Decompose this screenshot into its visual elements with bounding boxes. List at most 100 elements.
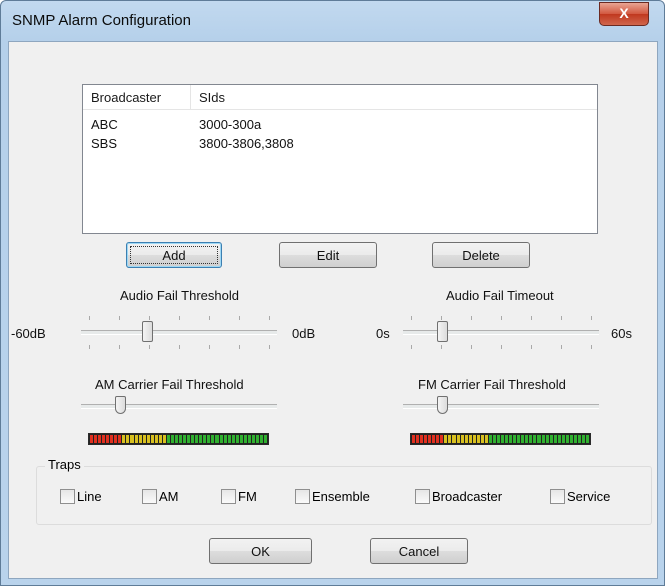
add-button[interactable]: Add <box>126 242 222 268</box>
trap-ensemble-checkbox[interactable]: Ensemble <box>295 489 380 505</box>
meter-segment <box>102 435 106 443</box>
meter-segment <box>118 435 122 443</box>
meter-segment <box>557 435 561 443</box>
column-separator[interactable] <box>190 85 191 109</box>
meter-segment <box>239 435 243 443</box>
meter-segment <box>533 435 537 443</box>
meter-segment <box>98 435 102 443</box>
meter-segment <box>134 435 138 443</box>
meter-segment <box>468 435 472 443</box>
meter-segment <box>215 435 219 443</box>
meter-segment <box>428 435 432 443</box>
meter-segment <box>517 435 521 443</box>
cancel-button-label: Cancel <box>398 544 440 559</box>
row-broadcaster: SBS <box>91 136 118 151</box>
meter-segment <box>138 435 142 443</box>
column-header-broadcaster[interactable]: Broadcaster <box>91 90 161 105</box>
meter-segment <box>158 435 162 443</box>
trap-fm-label: FM <box>238 489 257 504</box>
meter-segment <box>150 435 154 443</box>
meter-segment <box>154 435 158 443</box>
meter-segment <box>492 435 496 443</box>
focus-rect <box>130 246 218 264</box>
meter-segment <box>460 435 464 443</box>
slider-tick <box>149 345 150 349</box>
broadcaster-list[interactable]: Broadcaster SIds ABC 3000-300a SBS 3800-… <box>82 84 598 234</box>
slider-thumb[interactable] <box>115 396 126 414</box>
audio-threshold-min-label: -60dB <box>11 326 46 341</box>
meter-segment <box>440 435 444 443</box>
slider-thumb[interactable] <box>437 396 448 414</box>
checkbox-box[interactable] <box>295 489 310 504</box>
checkbox-box[interactable] <box>221 489 236 504</box>
trap-line-label: Line <box>77 489 102 504</box>
title-bar[interactable]: SNMP Alarm Configuration X <box>1 1 664 41</box>
meter-segment <box>211 435 215 443</box>
slider-tick <box>501 316 502 320</box>
slider-tick <box>441 345 442 349</box>
am-carrier-threshold-slider[interactable] <box>81 394 277 420</box>
audio-fail-timeout-slider[interactable] <box>403 312 599 352</box>
slider-tick <box>441 316 442 320</box>
meter-segment <box>553 435 557 443</box>
slider-track <box>403 330 599 335</box>
checkbox-box[interactable] <box>415 489 430 504</box>
trap-broadcaster-checkbox[interactable]: Broadcaster <box>415 489 520 505</box>
meter-segment <box>424 435 428 443</box>
slider-tick <box>179 316 180 320</box>
meter-segment <box>195 435 199 443</box>
meter-segment <box>259 435 264 443</box>
am-carrier-fail-threshold-label: AM Carrier Fail Threshold <box>95 377 244 392</box>
slider-tick <box>89 316 90 320</box>
column-header-sids[interactable]: SIds <box>199 90 225 105</box>
list-item[interactable]: SBS 3800-3806,3808 <box>83 135 597 153</box>
checkbox-box[interactable] <box>142 489 157 504</box>
slider-tick <box>269 345 270 349</box>
fm-level-meter <box>410 433 591 445</box>
close-icon: X <box>619 5 629 21</box>
trap-service-checkbox[interactable]: Service <box>550 489 625 505</box>
slider-tick <box>501 345 502 349</box>
meter-segment <box>146 435 150 443</box>
slider-tick <box>531 316 532 320</box>
delete-button[interactable]: Delete <box>432 242 530 268</box>
meter-segment <box>484 435 488 443</box>
slider-thumb[interactable] <box>142 321 153 342</box>
meter-segment <box>223 435 227 443</box>
slider-tick <box>119 316 120 320</box>
meter-segment <box>561 435 565 443</box>
trap-am-checkbox[interactable]: AM <box>142 489 187 505</box>
checkbox-box[interactable] <box>60 489 75 504</box>
meter-segment <box>480 435 484 443</box>
meter-segment <box>464 435 468 443</box>
edit-button[interactable]: Edit <box>279 242 377 268</box>
ok-button[interactable]: OK <box>209 538 312 564</box>
meter-segment <box>513 435 517 443</box>
trap-fm-checkbox[interactable]: FM <box>221 489 266 505</box>
close-button[interactable]: X <box>599 2 649 26</box>
meter-segment <box>456 435 460 443</box>
meter-segment <box>577 435 581 443</box>
meter-segment <box>203 435 207 443</box>
meter-segment <box>94 435 98 443</box>
audio-fail-threshold-slider[interactable] <box>81 312 277 352</box>
meter-segment <box>420 435 424 443</box>
cancel-button[interactable]: Cancel <box>370 538 468 564</box>
meter-segment <box>452 435 456 443</box>
fm-carrier-threshold-slider[interactable] <box>403 394 599 420</box>
meter-segment <box>581 435 586 443</box>
meter-segment <box>586 435 590 443</box>
trap-broadcaster-label: Broadcaster <box>432 489 503 504</box>
audio-timeout-max-label: 60s <box>611 326 632 341</box>
trap-line-checkbox[interactable]: Line <box>60 489 110 505</box>
meter-segment <box>243 435 247 443</box>
audio-fail-timeout-label: Audio Fail Timeout <box>446 288 554 303</box>
meter-segment <box>432 435 436 443</box>
list-item[interactable]: ABC 3000-300a <box>83 116 597 134</box>
trap-service-label: Service <box>567 489 611 504</box>
meter-segment <box>525 435 529 443</box>
meter-segment <box>264 435 268 443</box>
checkbox-box[interactable] <box>550 489 565 504</box>
meter-segment <box>509 435 513 443</box>
slider-thumb[interactable] <box>437 321 448 342</box>
